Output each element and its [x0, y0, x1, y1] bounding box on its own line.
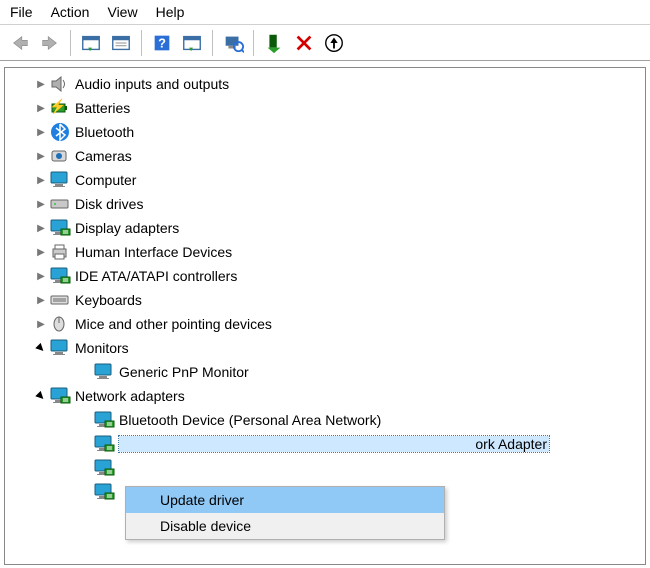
tree-item-label: Batteries: [75, 100, 130, 116]
context-menu: Update driver Disable device: [125, 486, 445, 540]
tree-item-network-adapters[interactable]: ▶ Network adapters: [5, 384, 645, 408]
camera-icon: [49, 145, 71, 167]
tree-item-wireless-adapter-selected[interactable]: ork Adapter: [5, 432, 645, 456]
network-adapter-icon: [93, 457, 115, 479]
tree-item-label: Bluetooth Device (Personal Area Network): [119, 412, 381, 428]
tree-item-bt-pan[interactable]: Bluetooth Device (Personal Area Network): [5, 408, 645, 432]
chevron-right-icon[interactable]: ▶: [33, 124, 49, 140]
tree-item-label: Keyboards: [75, 292, 142, 308]
chevron-right-icon[interactable]: ▶: [33, 100, 49, 116]
toolbar-separator: [253, 30, 254, 56]
tree-item-label: Display adapters: [75, 220, 179, 236]
context-menu-disable-device[interactable]: Disable device: [126, 513, 444, 539]
tree-item-ide[interactable]: ▶ IDE ATA/ATAPI controllers: [5, 264, 645, 288]
tree-item-label: Audio inputs and outputs: [75, 76, 229, 92]
menu-file[interactable]: File: [10, 4, 33, 20]
tree-item-bluetooth[interactable]: ▶ Bluetooth: [5, 120, 645, 144]
chevron-right-icon[interactable]: ▶: [33, 316, 49, 332]
chevron-right-icon[interactable]: ▶: [33, 196, 49, 212]
menu-bar: File Action View Help: [0, 0, 650, 25]
mouse-icon: [49, 313, 71, 335]
tree-item-batteries[interactable]: ▶ ⚡ Batteries: [5, 96, 645, 120]
tree-item-disk-drives[interactable]: ▶ Disk drives: [5, 192, 645, 216]
tree-item-label: Network adapters: [75, 388, 185, 404]
tree-item-computer[interactable]: ▶ Computer: [5, 168, 645, 192]
disk-icon: [49, 193, 71, 215]
tree-item-generic-pnp-monitor[interactable]: Generic PnP Monitor: [5, 360, 645, 384]
toolbar-separator: [141, 30, 142, 56]
display-adapter-icon: [49, 217, 71, 239]
tree-item-label: Generic PnP Monitor: [119, 364, 249, 380]
ide-icon: [49, 265, 71, 287]
keyboard-icon: [49, 289, 71, 311]
chevron-right-icon[interactable]: ▶: [33, 244, 49, 260]
tree-item-mice[interactable]: ▶ Mice and other pointing devices: [5, 312, 645, 336]
monitor-icon: [93, 361, 115, 383]
help-button[interactable]: ?: [148, 29, 176, 57]
tree-item-network-adapter[interactable]: [5, 456, 645, 480]
chevron-right-icon[interactable]: ▶: [33, 76, 49, 92]
chevron-right-icon[interactable]: ▶: [33, 220, 49, 236]
tree-item-label: ork Adapter: [119, 436, 549, 452]
tree-item-hid[interactable]: ▶ Human Interface Devices: [5, 240, 645, 264]
printer-icon: [49, 241, 71, 263]
svg-text:?: ?: [158, 35, 166, 50]
properties-button[interactable]: [107, 29, 135, 57]
toolbar: ?: [0, 25, 650, 61]
tree-item-cameras[interactable]: ▶ Cameras: [5, 144, 645, 168]
disable-device-button[interactable]: [290, 29, 318, 57]
menu-help[interactable]: Help: [156, 4, 185, 20]
enable-device-button[interactable]: [260, 29, 288, 57]
network-adapter-icon: [93, 409, 115, 431]
tree-item-label: Monitors: [75, 340, 129, 356]
speaker-icon: [49, 73, 71, 95]
tree-item-monitors[interactable]: ▶ Monitors: [5, 336, 645, 360]
computer-icon: [49, 169, 71, 191]
toolbar-separator: [212, 30, 213, 56]
chevron-right-icon[interactable]: ▶: [33, 268, 49, 284]
back-button[interactable]: [6, 29, 34, 57]
tree-item-audio[interactable]: ▶ Audio inputs and outputs: [5, 72, 645, 96]
device-tree: ▶ Audio inputs and outputs ▶ ⚡ Batteries…: [5, 68, 645, 508]
scan-hardware-button[interactable]: [219, 29, 247, 57]
chevron-right-icon[interactable]: ▶: [33, 148, 49, 164]
network-adapter-icon: [93, 433, 115, 455]
chevron-right-icon[interactable]: ▶: [33, 172, 49, 188]
chevron-right-icon[interactable]: ▶: [33, 292, 49, 308]
tree-item-label: Cameras: [75, 148, 132, 164]
action-pane-button[interactable]: [178, 29, 206, 57]
bluetooth-icon: [49, 121, 71, 143]
show-hide-console-tree-button[interactable]: [77, 29, 105, 57]
menu-view[interactable]: View: [107, 4, 137, 20]
forward-button[interactable]: [36, 29, 64, 57]
update-driver-button[interactable]: [320, 29, 348, 57]
tree-item-label: Computer: [75, 172, 136, 188]
toolbar-separator: [70, 30, 71, 56]
svg-text:⚡: ⚡: [49, 98, 66, 115]
battery-icon: ⚡: [49, 97, 71, 119]
network-adapter-icon: [93, 481, 115, 503]
tree-item-label: Human Interface Devices: [75, 244, 232, 260]
tree-item-label: IDE ATA/ATAPI controllers: [75, 268, 237, 284]
device-tree-panel: ▶ Audio inputs and outputs ▶ ⚡ Batteries…: [4, 67, 646, 565]
tree-item-label: Bluetooth: [75, 124, 134, 140]
tree-item-label: Disk drives: [75, 196, 143, 212]
tree-item-keyboards[interactable]: ▶ Keyboards: [5, 288, 645, 312]
menu-action[interactable]: Action: [51, 4, 90, 20]
context-menu-update-driver[interactable]: Update driver: [126, 487, 444, 513]
tree-item-label: Mice and other pointing devices: [75, 316, 272, 332]
tree-item-display-adapters[interactable]: ▶ Display adapters: [5, 216, 645, 240]
